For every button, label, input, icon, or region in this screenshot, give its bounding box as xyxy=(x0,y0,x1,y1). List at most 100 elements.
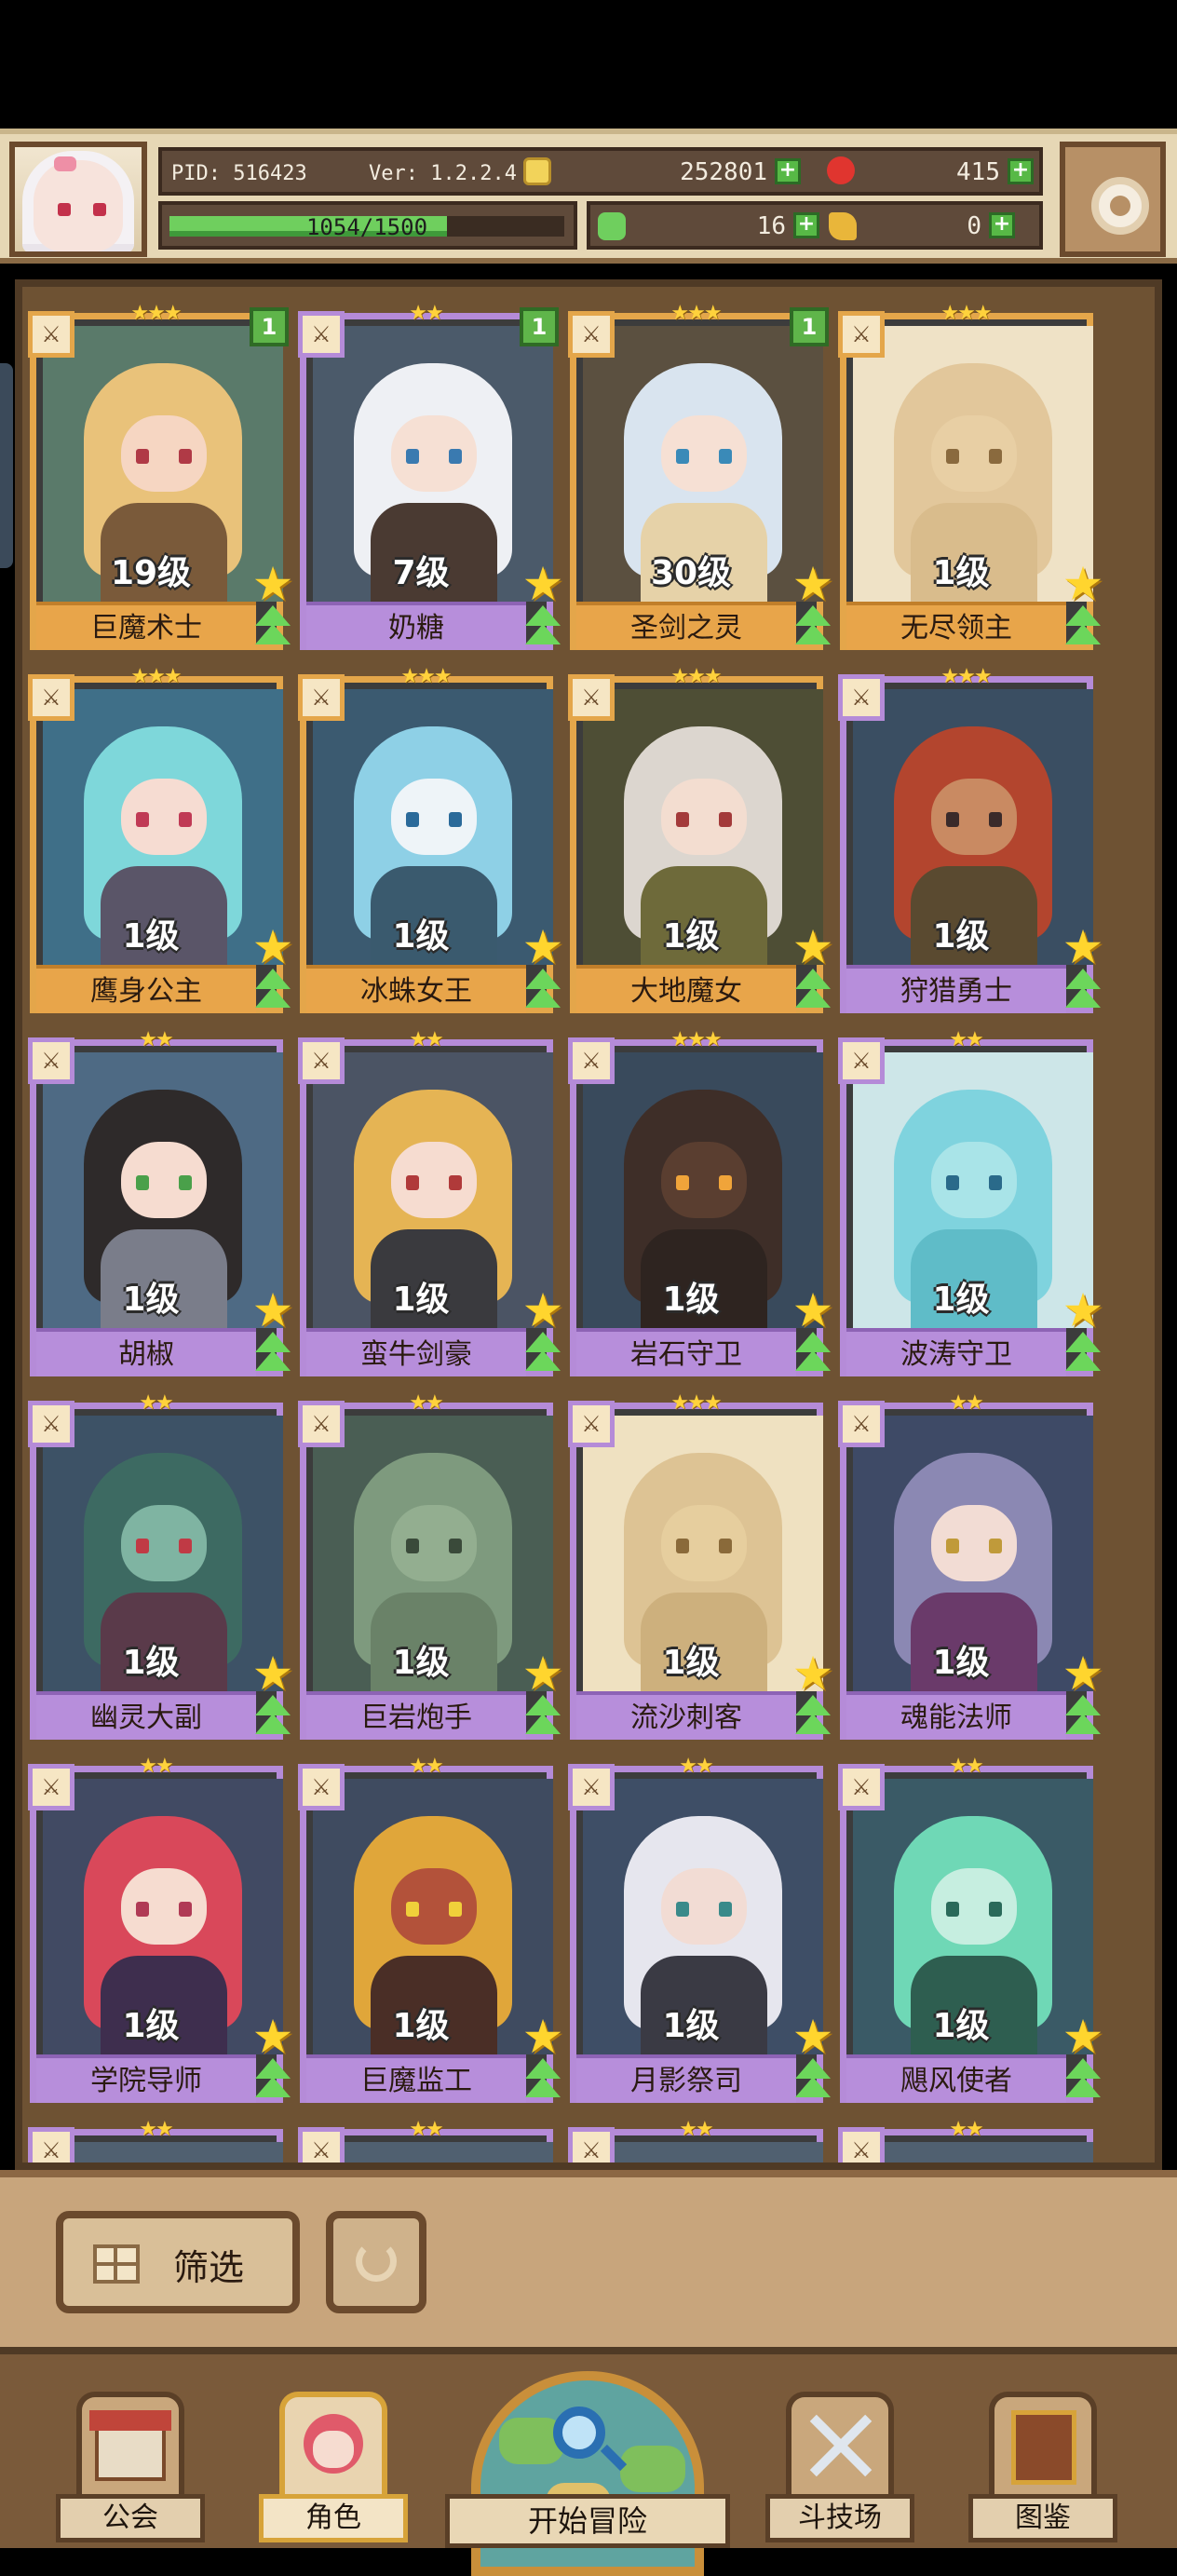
character-eye xyxy=(449,1902,462,1917)
star-upgrade-icon[interactable]: ★ xyxy=(250,561,296,607)
character-card[interactable]: 1级 大地魔女 ⚔ ★★★ ★ xyxy=(568,665,833,1013)
character-card[interactable]: 7级 奶糖 ⚔ ★★ 1 ★ xyxy=(298,302,563,650)
character-card[interactable]: 1级 蛮牛剑豪 ⚔ ★★ ★ xyxy=(298,1028,563,1376)
character-face-icon xyxy=(279,2392,387,2500)
character-level: 1级 xyxy=(392,1644,450,1682)
gear-icon xyxy=(1091,177,1149,235)
character-card[interactable]: ⚔ ★★ ★ xyxy=(568,2118,823,2162)
character-card[interactable]: 1级 飓风使者 ⚔ ★★ ★ xyxy=(838,1755,1103,2103)
character-card[interactable]: 1级 巨岩炮手 ⚔ ★★ ★ xyxy=(298,1391,563,1740)
character-name: 无尽领主 xyxy=(846,602,1066,650)
experience-text: 1054/1500 xyxy=(305,214,428,240)
clover-amount: 16 xyxy=(756,212,786,240)
character-card[interactable]: 1级 魂能法师 ⚔ ★★ ★ xyxy=(838,1391,1103,1740)
character-card[interactable]: 19级 巨魔术士 ⚔ ★★★ 1 ★ xyxy=(28,302,293,650)
character-card[interactable]: 1级 狩猎勇士 ⚔ ★★★ ★ xyxy=(838,665,1103,1013)
level-up-arrow-icon[interactable] xyxy=(1060,1330,1106,1376)
star-upgrade-icon[interactable]: ★ xyxy=(520,924,566,970)
player-avatar[interactable] xyxy=(9,142,147,257)
level-up-arrow-icon[interactable] xyxy=(520,1330,566,1376)
rarity-stars: ★★ xyxy=(679,2118,713,2141)
level-up-arrow-icon[interactable] xyxy=(1060,1693,1106,1740)
character-eye xyxy=(406,449,419,464)
class-weapon-icon: ⚔ xyxy=(298,674,345,721)
add-gold-button[interactable]: + xyxy=(775,158,801,184)
level-up-arrow-icon[interactable] xyxy=(520,1693,566,1740)
star-upgrade-icon[interactable]: ★ xyxy=(520,561,566,607)
character-card[interactable]: 30级 圣剑之灵 ⚔ ★★★ 1 ★ xyxy=(568,302,833,650)
character-face xyxy=(661,1868,747,1945)
filter-button[interactable]: 筛选 xyxy=(56,2211,300,2313)
star-upgrade-icon[interactable]: ★ xyxy=(250,1650,296,1697)
character-eye xyxy=(989,812,1002,827)
level-up-arrow-icon[interactable] xyxy=(520,603,566,650)
level-up-arrow-icon[interactable] xyxy=(790,1693,836,1740)
level-up-arrow-icon[interactable] xyxy=(250,603,296,650)
star-upgrade-icon[interactable]: ★ xyxy=(1060,1287,1106,1334)
character-card[interactable]: 1级 巨魔监工 ⚔ ★★ ★ xyxy=(298,1755,563,2103)
star-upgrade-icon[interactable]: ★ xyxy=(1060,924,1106,970)
nav-start-adventure[interactable]: 开始冒险 xyxy=(445,2354,730,2576)
star-upgrade-icon[interactable]: ★ xyxy=(1060,2013,1106,2060)
level-up-arrow-icon[interactable] xyxy=(790,603,836,650)
character-eye xyxy=(989,1539,1002,1553)
star-upgrade-icon[interactable]: ★ xyxy=(790,2013,836,2060)
star-upgrade-icon[interactable]: ★ xyxy=(250,1287,296,1334)
character-eye xyxy=(406,1175,419,1190)
character-card[interactable]: ⚔ ★★ ★ xyxy=(28,2118,283,2162)
character-card[interactable]: 1级 无尽领主 ⚔ ★★★ ★ xyxy=(838,302,1103,650)
star-upgrade-icon[interactable]: ★ xyxy=(250,924,296,970)
nav-guild[interactable]: 公会 xyxy=(56,2392,205,2550)
character-card[interactable]: 1级 学院导师 ⚔ ★★ ★ xyxy=(28,1755,293,2103)
star-upgrade-icon[interactable]: ★ xyxy=(790,924,836,970)
level-up-arrow-icon[interactable] xyxy=(790,2056,836,2103)
character-card[interactable]: 1级 流沙刺客 ⚔ ★★★ ★ xyxy=(568,1391,833,1740)
level-up-arrow-icon[interactable] xyxy=(790,967,836,1013)
character-card[interactable]: 1级 岩石守卫 ⚔ ★★★ ★ xyxy=(568,1028,833,1376)
character-portrait: 1级 xyxy=(583,1416,823,1691)
character-face xyxy=(661,1142,747,1218)
character-eye xyxy=(136,1175,149,1190)
book-icon xyxy=(989,2392,1097,2500)
level-up-arrow-icon[interactable] xyxy=(250,967,296,1013)
add-clover-button[interactable]: + xyxy=(793,212,819,238)
rarity-stars: ★★★ xyxy=(670,665,722,688)
star-upgrade-icon[interactable]: ★ xyxy=(1060,561,1106,607)
character-card[interactable]: 1级 幽灵大副 ⚔ ★★ ★ xyxy=(28,1391,293,1740)
star-upgrade-icon[interactable]: ★ xyxy=(790,561,836,607)
character-card[interactable]: 1级 月影祭司 ⚔ ★★ ★ xyxy=(568,1755,833,2103)
settings-button[interactable] xyxy=(1060,142,1166,257)
add-gem-button[interactable]: + xyxy=(1008,158,1034,184)
character-card[interactable]: ⚔ ★★ ★ xyxy=(298,2118,553,2162)
level-up-arrow-icon[interactable] xyxy=(1060,967,1106,1013)
character-card[interactable]: 1级 波涛守卫 ⚔ ★★ ★ xyxy=(838,1028,1103,1376)
character-card[interactable]: 1级 冰蛛女王 ⚔ ★★★ ★ xyxy=(298,665,563,1013)
level-up-arrow-icon[interactable] xyxy=(520,967,566,1013)
level-up-arrow-icon[interactable] xyxy=(1060,2056,1106,2103)
star-upgrade-icon[interactable]: ★ xyxy=(790,1650,836,1697)
level-up-arrow-icon[interactable] xyxy=(250,1330,296,1376)
character-card[interactable]: ⚔ ★★ ★ xyxy=(838,2118,1093,2162)
character-card-grid[interactable]: 19级 巨魔术士 ⚔ ★★★ 1 ★ 7级 奶糖 ⚔ ★★ 1 ★ 30级 圣剑… xyxy=(15,279,1162,2170)
add-key-button[interactable]: + xyxy=(989,212,1015,238)
nav-arena[interactable]: 斗技场 xyxy=(765,2392,914,2550)
refresh-button[interactable] xyxy=(326,2211,426,2313)
level-up-arrow-icon[interactable] xyxy=(1060,603,1106,650)
level-up-arrow-icon[interactable] xyxy=(790,1330,836,1376)
star-upgrade-icon[interactable]: ★ xyxy=(520,1287,566,1334)
side-drawer-handle[interactable] xyxy=(0,363,13,568)
star-upgrade-icon[interactable]: ★ xyxy=(250,2013,296,2060)
star-upgrade-icon[interactable]: ★ xyxy=(790,1287,836,1334)
character-card[interactable]: 1级 胡椒 ⚔ ★★ ★ xyxy=(28,1028,293,1376)
level-up-arrow-icon[interactable] xyxy=(520,2056,566,2103)
star-upgrade-icon[interactable]: ★ xyxy=(520,2013,566,2060)
star-upgrade-icon[interactable]: ★ xyxy=(520,1650,566,1697)
nav-character[interactable]: 角色 xyxy=(259,2392,408,2550)
nav-codex[interactable]: 图鉴 xyxy=(968,2392,1117,2550)
character-card[interactable]: 1级 鹰身公主 ⚔ ★★★ ★ xyxy=(28,665,293,1013)
level-up-arrow-icon[interactable] xyxy=(250,1693,296,1740)
class-weapon-icon: ⚔ xyxy=(568,674,615,721)
star-upgrade-icon[interactable]: ★ xyxy=(1060,1650,1106,1697)
rarity-stars: ★★★ xyxy=(670,1391,722,1415)
level-up-arrow-icon[interactable] xyxy=(250,2056,296,2103)
